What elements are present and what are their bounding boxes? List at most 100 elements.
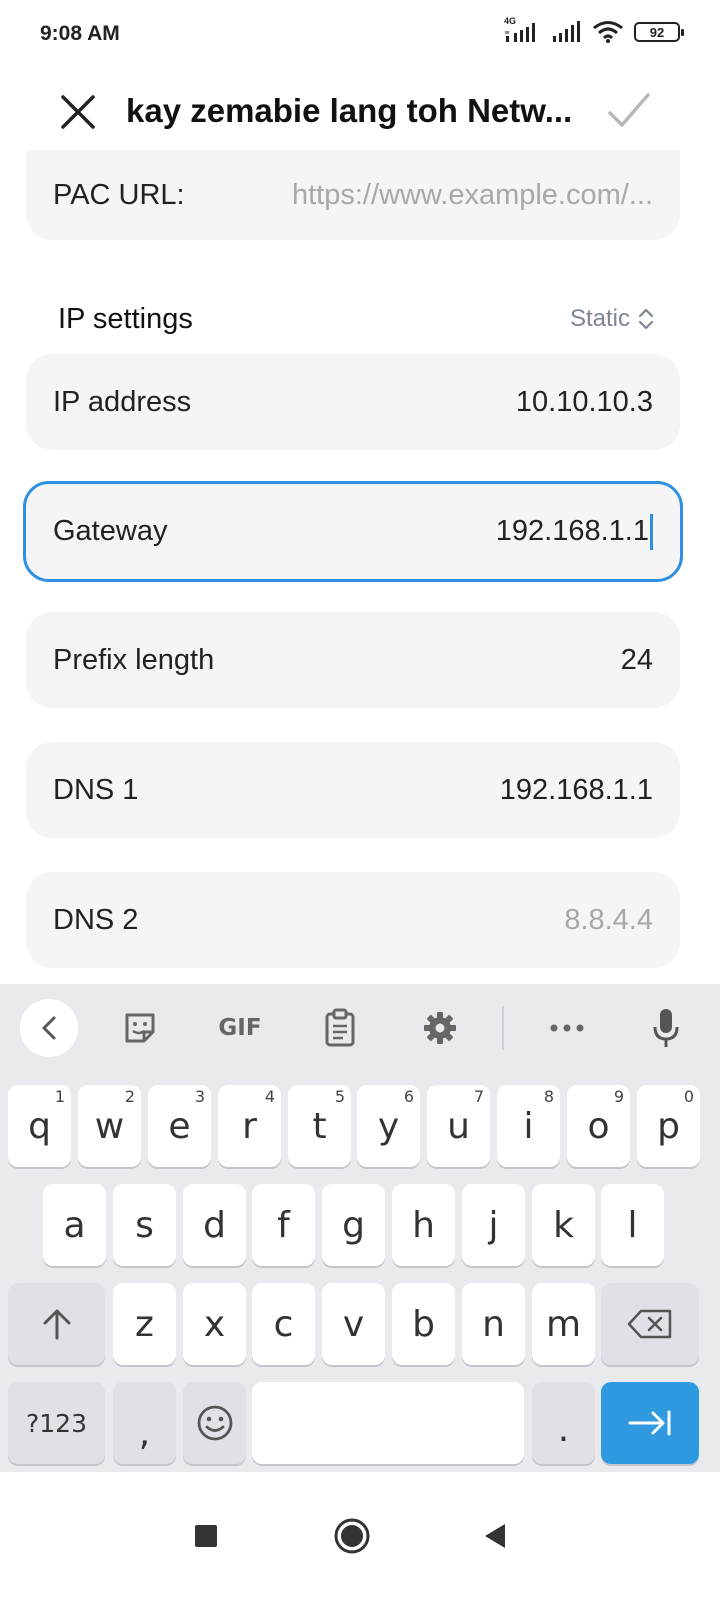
key-o[interactable]: o9 bbox=[567, 1085, 630, 1167]
sticker-button[interactable] bbox=[114, 1000, 166, 1056]
ip-settings-row: IP settings Static bbox=[58, 296, 654, 342]
key-label: h bbox=[412, 1204, 435, 1246]
key-b[interactable]: b bbox=[392, 1283, 455, 1365]
dns1-label: DNS 1 bbox=[53, 773, 139, 806]
key-label: w bbox=[94, 1105, 125, 1147]
backspace-icon bbox=[627, 1309, 672, 1339]
toolbar-divider bbox=[502, 1006, 504, 1050]
gif-label: GIF bbox=[218, 1015, 262, 1041]
save-button[interactable] bbox=[606, 88, 652, 134]
key-label: x bbox=[203, 1303, 226, 1345]
recents-button[interactable] bbox=[176, 1506, 236, 1566]
gateway-input[interactable]: 192.168.1.1 bbox=[496, 515, 649, 548]
symbols-key[interactable]: ?123 bbox=[8, 1382, 105, 1464]
back-button[interactable] bbox=[466, 1506, 526, 1566]
gateway-label: Gateway bbox=[53, 515, 168, 547]
dns2-input[interactable]: 8.8.4.4 bbox=[564, 904, 653, 937]
key-label: ?123 bbox=[26, 1408, 87, 1438]
emoji-key[interactable] bbox=[183, 1382, 246, 1464]
dns1-input[interactable]: 192.168.1.1 bbox=[500, 774, 653, 807]
key-z[interactable]: z bbox=[113, 1283, 176, 1365]
pac-url-input[interactable]: https://www.example.com/... bbox=[233, 179, 653, 212]
status-bar: 9:08 AM 4G 92 bbox=[0, 0, 720, 70]
key-hint: 9 bbox=[613, 1087, 624, 1106]
key-label: q bbox=[28, 1105, 51, 1147]
key-w[interactable]: w2 bbox=[78, 1085, 141, 1167]
key-label: j bbox=[488, 1204, 499, 1246]
prefix-length-label: Prefix length bbox=[53, 643, 215, 676]
ip-mode-value: Static bbox=[569, 305, 630, 332]
close-button[interactable] bbox=[56, 90, 100, 134]
key-hint: 2 bbox=[124, 1087, 135, 1106]
key-r[interactable]: r4 bbox=[218, 1085, 281, 1167]
key-v[interactable]: v bbox=[322, 1283, 385, 1365]
gateway-field[interactable]: Gateway 192.168.1.1 bbox=[23, 481, 683, 582]
more-button[interactable] bbox=[540, 1000, 594, 1056]
key-l[interactable]: l bbox=[601, 1184, 664, 1266]
ip-address-input[interactable]: 10.10.10.3 bbox=[516, 386, 653, 419]
next-key[interactable] bbox=[601, 1382, 699, 1464]
backspace-key[interactable] bbox=[601, 1283, 699, 1365]
key-u[interactable]: u7 bbox=[427, 1085, 490, 1167]
key-t[interactable]: t5 bbox=[288, 1085, 351, 1167]
comma-key[interactable]: , bbox=[113, 1382, 176, 1464]
period-key[interactable]: . bbox=[532, 1382, 595, 1464]
dns2-field[interactable]: DNS 2 8.8.4.4 bbox=[26, 872, 680, 968]
key-m[interactable]: m bbox=[532, 1283, 595, 1365]
shift-key[interactable] bbox=[8, 1283, 105, 1365]
key-a[interactable]: a bbox=[43, 1184, 106, 1266]
key-hint: 8 bbox=[543, 1087, 554, 1106]
pac-url-label: PAC URL: bbox=[53, 178, 185, 211]
pac-url-field[interactable]: PAC URL: https://www.example.com/... bbox=[26, 150, 680, 240]
key-h[interactable]: h bbox=[392, 1184, 455, 1266]
key-c[interactable]: c bbox=[252, 1283, 315, 1365]
gif-button[interactable]: GIF bbox=[210, 1000, 270, 1056]
key-j[interactable]: j bbox=[462, 1184, 525, 1266]
wifi-icon bbox=[592, 20, 624, 44]
key-y[interactable]: y6 bbox=[357, 1085, 420, 1167]
up-down-chevron-icon bbox=[638, 308, 654, 330]
key-label: y bbox=[377, 1105, 400, 1147]
key-label: k bbox=[553, 1204, 574, 1246]
clipboard-button[interactable] bbox=[314, 1000, 366, 1056]
key-k[interactable]: k bbox=[532, 1184, 595, 1266]
space-key[interactable] bbox=[252, 1382, 524, 1464]
key-p[interactable]: p0 bbox=[637, 1085, 700, 1167]
key-hint: 4 bbox=[264, 1087, 275, 1106]
key-i[interactable]: i8 bbox=[497, 1085, 560, 1167]
key-d[interactable]: d bbox=[183, 1184, 246, 1266]
square-icon bbox=[195, 1525, 217, 1547]
prefix-length-input[interactable]: 24 bbox=[621, 644, 653, 677]
chevron-left-icon bbox=[42, 1016, 56, 1040]
home-button[interactable] bbox=[322, 1506, 382, 1566]
page-title: kay zemabie lang toh Netw... bbox=[126, 92, 573, 129]
keyboard-toolbar: GIF bbox=[0, 984, 720, 1072]
key-e[interactable]: e3 bbox=[148, 1085, 211, 1167]
key-g[interactable]: g bbox=[322, 1184, 385, 1266]
ip-settings-title: IP settings bbox=[58, 302, 193, 335]
dns1-field[interactable]: DNS 1 192.168.1.1 bbox=[26, 742, 680, 838]
gateway-input-wrap[interactable]: 192.168.1.1 bbox=[496, 513, 653, 550]
key-hint: 7 bbox=[473, 1087, 484, 1106]
settings-button[interactable] bbox=[414, 1000, 466, 1056]
keyboard-back-button[interactable] bbox=[20, 999, 78, 1057]
key-f[interactable]: f bbox=[252, 1184, 315, 1266]
key-hint: 1 bbox=[54, 1087, 65, 1106]
key-label: , bbox=[138, 1412, 151, 1454]
key-label: e bbox=[168, 1105, 191, 1147]
status-icons: 4G 92 bbox=[504, 16, 684, 44]
key-label: o bbox=[587, 1105, 610, 1147]
voice-input-button[interactable] bbox=[640, 1000, 692, 1056]
ip-address-field[interactable]: IP address 10.10.10.3 bbox=[26, 354, 680, 450]
key-x[interactable]: x bbox=[183, 1283, 246, 1365]
key-label: c bbox=[273, 1303, 294, 1345]
prefix-length-field[interactable]: Prefix length 24 bbox=[26, 612, 680, 708]
key-q[interactable]: q1 bbox=[8, 1085, 71, 1167]
ip-mode-selector[interactable]: Static bbox=[570, 305, 654, 333]
navigation-bar bbox=[0, 1472, 720, 1600]
key-n[interactable]: n bbox=[462, 1283, 525, 1365]
battery-level: 92 bbox=[649, 24, 665, 40]
key-hint: 0 bbox=[683, 1087, 694, 1106]
key-label: . bbox=[557, 1408, 570, 1450]
key-s[interactable]: s bbox=[113, 1184, 176, 1266]
